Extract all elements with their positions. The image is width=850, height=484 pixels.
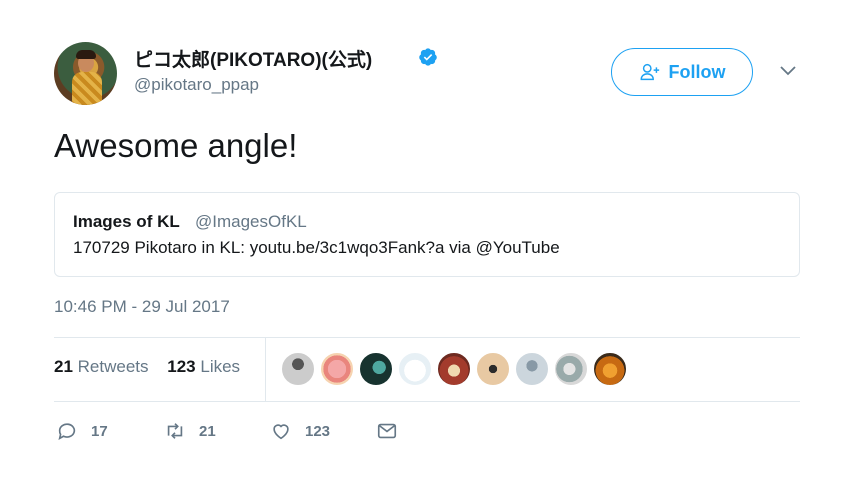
verified-badge-icon: [419, 48, 437, 66]
liker-avatar[interactable]: [476, 352, 510, 386]
divider: [54, 401, 800, 402]
like-count: 123: [305, 422, 331, 440]
direct-message-icon: [377, 423, 397, 439]
like-heart-icon: [273, 424, 289, 440]
author-display-name[interactable]: ピコ太郎(PIKOTARO)(公式): [134, 45, 372, 72]
tweet-text: Awesome angle!: [54, 127, 298, 164]
liker-avatar[interactable]: [437, 352, 471, 386]
like-button[interactable]: 123: [270, 418, 330, 444]
likes-stat[interactable]: 123 Likes: [167, 357, 240, 377]
quoted-author-handle: @ImagesOfKL: [195, 212, 307, 231]
liker-avatar[interactable]: [515, 352, 549, 386]
liker-avatar[interactable]: [281, 352, 315, 386]
reply-icon: [58, 423, 76, 440]
likes-label: Likes: [200, 357, 241, 376]
author-handle[interactable]: @pikotaro_ppap: [134, 75, 259, 95]
follow-button[interactable]: Follow: [611, 48, 753, 96]
liker-avatar[interactable]: [554, 352, 588, 386]
stats-divider: [265, 337, 266, 401]
direct-message-button[interactable]: [376, 418, 398, 444]
tweet-stats: 21 Retweets 123 Likes: [54, 357, 254, 377]
liker-avatar[interactable]: [359, 352, 393, 386]
follow-button-label: Follow: [668, 61, 726, 82]
quoted-tweet[interactable]: Images of KL @ImagesOfKL 170729 Pikotaro…: [54, 192, 800, 277]
reply-button[interactable]: 17: [56, 418, 108, 444]
retweets-label: Retweets: [77, 357, 149, 376]
retweet-button[interactable]: 21: [164, 418, 216, 444]
reply-count: 17: [91, 422, 108, 440]
quoted-author-name: Images of KL: [73, 212, 180, 231]
retweets-count: 21: [54, 357, 73, 376]
quoted-tweet-text: 170729 Pikotaro in KL: youtu.be/3c1wqo3F…: [73, 238, 560, 257]
liker-avatar[interactable]: [398, 352, 432, 386]
retweet-count: 21: [199, 422, 216, 440]
follow-user-plus-icon: [640, 63, 659, 81]
divider: [54, 337, 800, 338]
likes-count: 123: [167, 357, 196, 376]
retweets-stat[interactable]: 21 Retweets: [54, 357, 149, 377]
chevron-down-icon[interactable]: [779, 64, 797, 78]
author-avatar[interactable]: [54, 42, 117, 105]
liker-avatar[interactable]: [593, 352, 627, 386]
tweet-timestamp[interactable]: 10:46 PM - 29 Jul 2017: [54, 297, 230, 317]
liker-avatar[interactable]: [320, 352, 354, 386]
tweet-header: ピコ太郎(PIKOTARO)(公式) @pikotaro_ppap Follow: [54, 42, 814, 105]
retweet-icon: [167, 423, 183, 439]
